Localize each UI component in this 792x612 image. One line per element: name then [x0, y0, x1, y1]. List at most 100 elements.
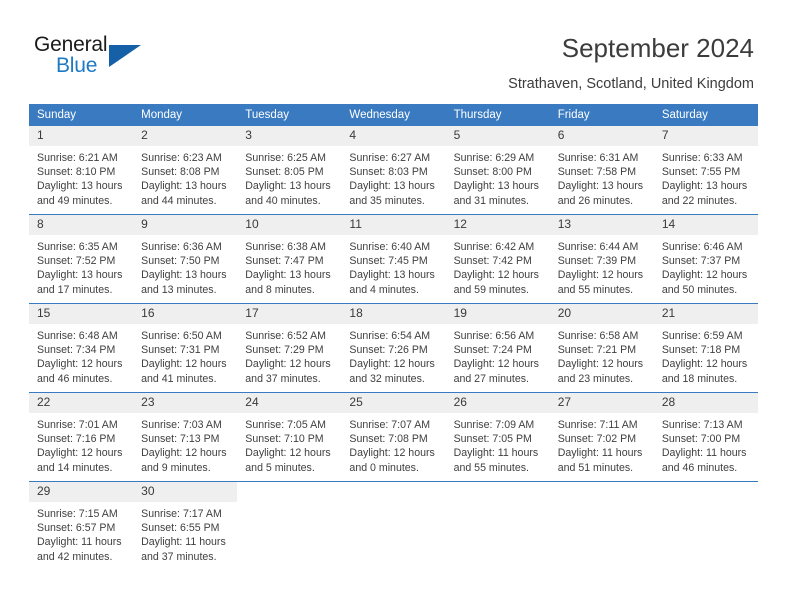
calendar-week-row: 29 Sunrise: 7:15 AM Sunset: 6:57 PM Dayligh… [29, 481, 758, 570]
day-sunset-text: Sunset: 7:47 PM [245, 255, 324, 268]
calendar-day-cell[interactable]: 23 Sunrise: 7:03 AM Sunset: 7:13 PM Dayligh… [133, 392, 238, 482]
day-number [653, 482, 758, 502]
calendar-day-cell[interactable]: 9 Sunrise: 6:36 AM Sunset: 7:50 PM Daylight… [133, 214, 238, 304]
day-sun-info: Sunrise: 6:40 AM Sunset: 7:45 PM Daylight:… [341, 235, 445, 297]
calendar-week-row: 8 Sunrise: 6:35 AM Sunset: 7:52 PM Daylight… [29, 214, 758, 304]
day-daylight-text: and 23 minutes. [557, 372, 634, 385]
day-sunset-text: Sunset: 7:55 PM [661, 166, 741, 179]
calendar-day-cell[interactable]: 30 Sunrise: 7:17 AM Sunset: 6:55 PM Dayligh… [133, 481, 238, 570]
calendar-day-cell[interactable]: 4 Sunrise: 6:27 AM Sunset: 8:03 PM Daylight… [341, 126, 446, 215]
calendar-day-cell[interactable]: 7 Sunrise: 6:33 AM Sunset: 7:55 PM Daylight… [653, 126, 758, 215]
calendar-day-cell-empty [445, 481, 550, 570]
day-daylight-text: and 49 minutes. [37, 194, 113, 207]
calendar-day-cell[interactable]: 18 Sunrise: 6:54 AM Sunset: 7:26 PM Dayligh… [341, 303, 446, 393]
day-number: 24 [237, 393, 342, 413]
calendar-day-cell[interactable]: 21 Sunrise: 6:59 AM Sunset: 7:18 PM Dayligh… [653, 303, 758, 393]
general-blue-logo[interactable]: General Blue [34, 33, 164, 79]
day-sunrise-text: Sunrise: 7:17 AM [141, 508, 222, 520]
calendar-day-cell[interactable]: 10 Sunrise: 6:38 AM Sunset: 7:47 PM Dayligh… [237, 214, 342, 304]
day-number: 19 [445, 304, 550, 324]
day-sunrise-text: Sunrise: 7:03 AM [141, 419, 222, 431]
calendar-day-cell[interactable]: 6 Sunrise: 6:31 AM Sunset: 7:58 PM Daylight… [549, 126, 654, 215]
day-number: 3 [237, 126, 342, 146]
calendar-day-cell[interactable]: 25 Sunrise: 7:07 AM Sunset: 7:08 PM Dayligh… [341, 392, 446, 482]
day-daylight-text: Daylight: 12 hours [349, 447, 435, 460]
day-number: 12 [445, 215, 550, 235]
day-daylight-text: Daylight: 12 hours [37, 447, 123, 460]
calendar-day-cell[interactable]: 13 Sunrise: 6:44 AM Sunset: 7:39 PM Dayligh… [549, 214, 654, 304]
day-daylight-text: Daylight: 13 hours [349, 180, 435, 193]
calendar-week-row: 1 Sunrise: 6:21 AM Sunset: 8:10 PM Daylight… [29, 126, 758, 215]
day-sunrise-text: Sunrise: 7:05 AM [245, 419, 326, 431]
calendar-day-cell[interactable]: 1 Sunrise: 6:21 AM Sunset: 8:10 PM Daylight… [29, 126, 134, 215]
calendar-day-cell[interactable]: 17 Sunrise: 6:52 AM Sunset: 7:29 PM Dayligh… [237, 303, 342, 393]
day-sunrise-text: Sunrise: 7:13 AM [661, 419, 743, 431]
day-sunrise-text: Sunrise: 6:42 AM [453, 241, 535, 253]
day-daylight-text: and 51 minutes. [557, 461, 634, 474]
calendar-day-cell[interactable]: 24 Sunrise: 7:05 AM Sunset: 7:10 PM Dayligh… [237, 392, 342, 482]
day-number: 18 [341, 304, 446, 324]
calendar-day-cell[interactable]: 29 Sunrise: 7:15 AM Sunset: 6:57 PM Dayligh… [29, 481, 134, 570]
day-sunset-text: Sunset: 7:37 PM [661, 255, 741, 268]
calendar-day-cell[interactable]: 20 Sunrise: 6:58 AM Sunset: 7:21 PM Dayligh… [549, 303, 654, 393]
day-daylight-text: and 5 minutes. [245, 461, 315, 474]
day-sun-info: Sunrise: 6:25 AM Sunset: 8:05 PM Daylight:… [237, 146, 341, 208]
day-number: 15 [29, 304, 134, 324]
day-number: 16 [133, 304, 238, 324]
day-sunset-text: Sunset: 6:57 PM [37, 522, 116, 535]
calendar-day-cell[interactable]: 28 Sunrise: 7:13 AM Sunset: 7:00 PM Dayligh… [653, 392, 758, 482]
day-sun-info: Sunrise: 6:36 AM Sunset: 7:50 PM Daylight:… [133, 235, 237, 297]
calendar-day-cell[interactable]: 19 Sunrise: 6:56 AM Sunset: 7:24 PM Dayligh… [445, 303, 550, 393]
weekday-header-monday: Monday [133, 104, 238, 126]
day-sun-info: Sunrise: 6:48 AM Sunset: 7:34 PM Daylight:… [29, 324, 133, 386]
day-daylight-text: and 32 minutes. [349, 372, 425, 385]
day-sun-info: Sunrise: 6:50 AM Sunset: 7:31 PM Daylight:… [133, 324, 237, 386]
calendar-day-cell[interactable]: 2 Sunrise: 6:23 AM Sunset: 8:08 PM Daylight… [133, 126, 238, 215]
day-sun-info: Sunrise: 6:56 AM Sunset: 7:24 PM Daylight:… [446, 324, 550, 386]
day-number: 30 [133, 482, 238, 502]
day-sun-info: Sunrise: 6:35 AM Sunset: 7:52 PM Daylight:… [29, 235, 133, 297]
calendar-header-row: Sunday Monday Tuesday Wednesday Thursday… [29, 104, 758, 126]
day-number [549, 482, 654, 502]
calendar-day-cell[interactable]: 8 Sunrise: 6:35 AM Sunset: 7:52 PM Daylight… [29, 214, 134, 304]
calendar-day-cell[interactable]: 12 Sunrise: 6:42 AM Sunset: 7:42 PM Dayligh… [445, 214, 550, 304]
calendar-day-cell[interactable]: 26 Sunrise: 7:09 AM Sunset: 7:05 PM Dayligh… [445, 392, 550, 482]
day-daylight-text: Daylight: 13 hours [37, 180, 123, 193]
day-daylight-text: Daylight: 13 hours [245, 269, 331, 282]
calendar-day-cell[interactable]: 16 Sunrise: 6:50 AM Sunset: 7:31 PM Dayligh… [133, 303, 238, 393]
day-daylight-text: and 55 minutes. [453, 461, 529, 474]
day-daylight-text: Daylight: 12 hours [557, 358, 644, 371]
day-sunset-text: Sunset: 7:08 PM [349, 433, 428, 446]
day-sunrise-text: Sunrise: 6:27 AM [349, 152, 431, 164]
calendar-day-cell[interactable]: 22 Sunrise: 7:01 AM Sunset: 7:16 PM Dayligh… [29, 392, 134, 482]
calendar-day-cell[interactable]: 3 Sunrise: 6:25 AM Sunset: 8:05 PM Daylight… [237, 126, 342, 215]
day-sunset-text: Sunset: 7:29 PM [245, 344, 324, 357]
day-daylight-text: and 8 minutes. [245, 283, 315, 296]
day-number: 20 [549, 304, 654, 324]
weekday-header-wednesday: Wednesday [341, 104, 446, 126]
day-daylight-text: and 31 minutes. [453, 194, 529, 207]
day-number: 10 [237, 215, 342, 235]
day-daylight-text: and 46 minutes. [661, 461, 738, 474]
calendar-day-cell[interactable]: 5 Sunrise: 6:29 AM Sunset: 8:00 PM Daylight… [445, 126, 550, 215]
calendar-day-cell[interactable]: 11 Sunrise: 6:40 AM Sunset: 7:45 PM Dayligh… [341, 214, 446, 304]
calendar-day-cell[interactable]: 15 Sunrise: 6:48 AM Sunset: 7:34 PM Dayligh… [29, 303, 134, 393]
day-sun-info: Sunrise: 6:44 AM Sunset: 7:39 PM Daylight:… [550, 235, 654, 297]
day-number: 1 [29, 126, 134, 146]
day-daylight-text: Daylight: 13 hours [453, 180, 539, 193]
calendar-day-cell[interactable]: 27 Sunrise: 7:11 AM Sunset: 7:02 PM Dayligh… [549, 392, 654, 482]
calendar-grid: Sunday Monday Tuesday Wednesday Thursday… [29, 104, 758, 570]
day-sun-info: Sunrise: 6:52 AM Sunset: 7:29 PM Daylight:… [237, 324, 341, 386]
logo-text-blue: Blue [56, 54, 98, 77]
day-daylight-text: Daylight: 13 hours [141, 180, 227, 193]
day-daylight-text: Daylight: 12 hours [37, 358, 123, 371]
day-number [237, 482, 342, 502]
day-daylight-text: and 13 minutes. [141, 283, 217, 296]
day-sun-info: Sunrise: 6:29 AM Sunset: 8:00 PM Daylight:… [446, 146, 550, 208]
day-sunset-text: Sunset: 7:34 PM [37, 344, 116, 357]
day-sunrise-text: Sunrise: 7:09 AM [453, 419, 535, 431]
page-subtitle-location: Strathaven, Scotland, United Kingdom [508, 76, 754, 92]
day-number [445, 482, 550, 502]
calendar-day-cell[interactable]: 14 Sunrise: 6:46 AM Sunset: 7:37 PM Dayligh… [653, 214, 758, 304]
day-daylight-text: Daylight: 13 hours [661, 180, 748, 193]
